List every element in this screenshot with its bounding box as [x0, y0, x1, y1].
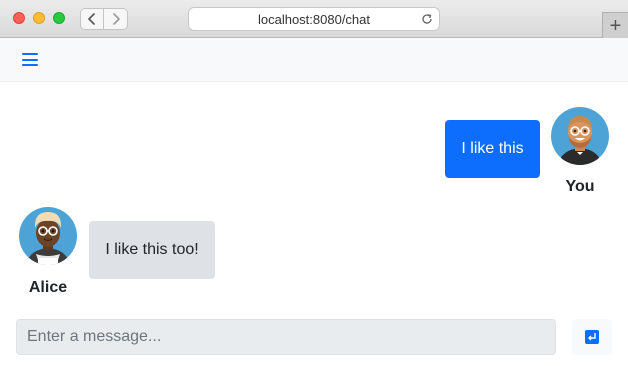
message-text: I like this too!: [105, 241, 199, 258]
author-name: You: [565, 178, 595, 195]
avatar-alice: [19, 207, 77, 265]
address-url: localhost:8080/chat: [257, 11, 371, 27]
app-header: [0, 38, 628, 82]
browser-titlebar: localhost:8080/chat +: [0, 0, 628, 38]
plus-icon: +: [609, 14, 622, 37]
message-input[interactable]: [16, 319, 556, 355]
message-bubble-outgoing: I like this: [445, 120, 540, 178]
hamburger-menu-icon[interactable]: [22, 53, 38, 66]
chevron-right-icon: [112, 13, 120, 25]
chevron-left-icon: [88, 13, 95, 25]
message-text: I like this: [461, 140, 524, 157]
new-tab-button[interactable]: +: [602, 12, 628, 38]
send-enter-icon: [585, 330, 599, 344]
window-maximize-button[interactable]: [53, 12, 65, 24]
send-button[interactable]: [572, 319, 612, 355]
reload-icon[interactable]: [421, 13, 433, 25]
address-bar[interactable]: localhost:8080/chat: [188, 7, 440, 31]
avatar-you: [551, 107, 609, 165]
window-minimize-button[interactable]: [33, 12, 45, 24]
browser-back-button[interactable]: [80, 8, 104, 30]
browser-forward-button[interactable]: [104, 8, 128, 30]
window-close-button[interactable]: [13, 12, 25, 24]
message-bubble-incoming: I like this too!: [89, 221, 215, 279]
author-name: Alice: [28, 279, 68, 296]
